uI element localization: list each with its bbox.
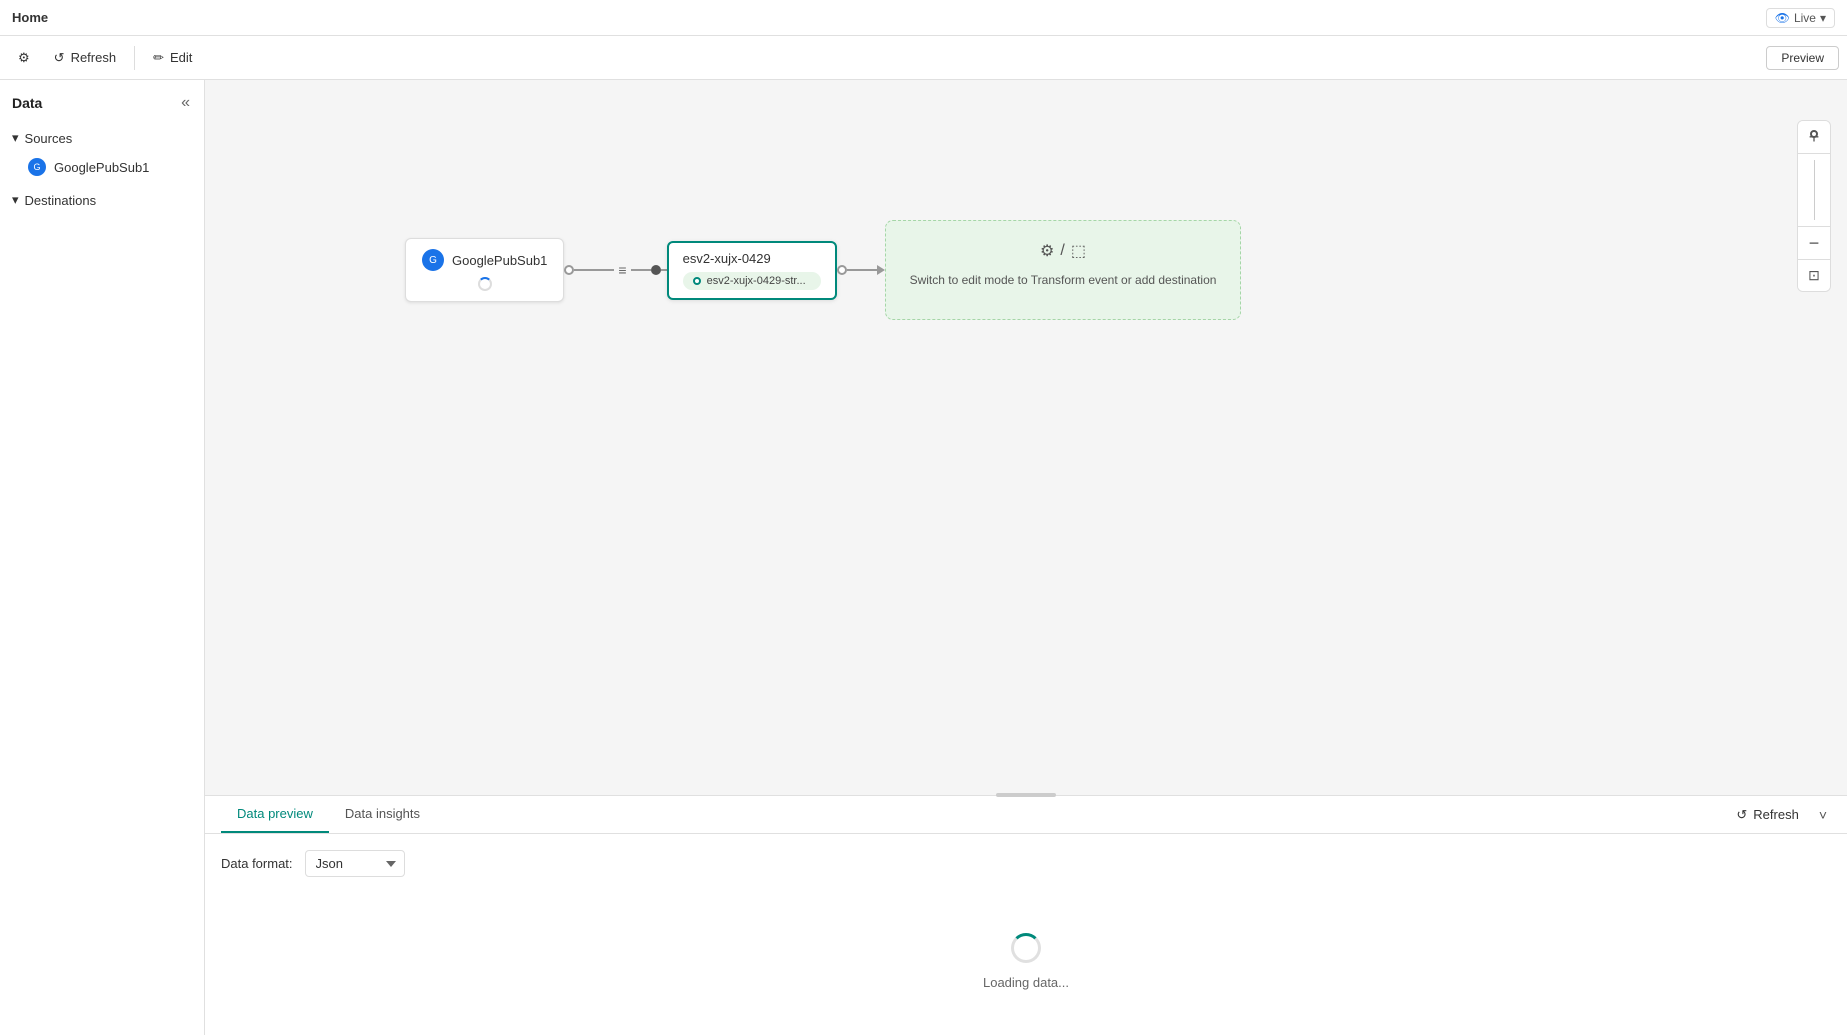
edit-button[interactable]: ✏ Edit [143,44,202,72]
destinations-chevron-icon: ▾ [12,192,19,208]
action-node-text: Switch to edit mode to Transform event o… [910,271,1217,289]
arrow-icon [877,265,885,275]
loading-spinner-source [478,277,492,291]
preview-label: Preview [1781,51,1824,65]
eye-icon: 👁 [1775,11,1790,25]
data-format-select[interactable]: Json CSV Avro [305,850,405,877]
zoom-out-button[interactable]: − [1798,227,1830,259]
source-node-icon: G [422,249,444,271]
sources-label: Sources [25,131,73,146]
sidebar: Data « ▾ Sources G GooglePubSub1 ▾ Desti… [0,80,205,1035]
bottom-panel: Data preview Data insights ↺ Refresh ˅ [205,795,1847,1035]
event-node-sub: esv2-xujx-0429-str... [683,272,821,290]
connector-dot-left [564,265,574,275]
flow-diagram: G GooglePubSub1 ≡ [405,220,1241,320]
connector-dot-mid [837,265,847,275]
settings-button[interactable]: ⚙ [8,44,40,72]
collapse-icon: « [181,94,190,111]
tab-data-insights[interactable]: Data insights [329,796,436,833]
live-label: Live [1794,11,1816,25]
connector-line-2 [631,269,651,271]
source-node-label: GooglePubSub1 [452,253,547,268]
source-node-bottom [478,277,492,291]
sources-chevron-icon: ▾ [12,130,19,146]
sidebar-section-destinations: ▾ Destinations [0,186,204,214]
connector-dot-right [651,265,661,275]
connector-1: ≡ [564,262,666,278]
live-badge[interactable]: 👁 Live ▾ [1766,8,1835,28]
sidebar-item-googlepubsub1[interactable]: G GooglePubSub1 [0,152,204,182]
sidebar-title: Data [12,95,42,111]
page-title: Home [12,10,48,25]
data-format-label: Data format: [221,856,293,871]
edit-icon: ✏ [153,50,164,66]
event-node-title: esv2-xujx-0429 [683,251,821,266]
tab-data-preview[interactable]: Data preview [221,796,329,833]
zoom-thumb[interactable] [1810,130,1818,138]
edit-label: Edit [170,50,192,65]
zoom-controls: + − ⊡ [1797,120,1831,292]
refresh-icon: ↺ [54,50,65,66]
data-format-row: Data format: Json CSV Avro [221,850,1831,877]
source-icon: G [28,158,46,176]
title-bar-left: Home [12,10,48,25]
destination-icon: ⬚ [1071,241,1086,261]
title-bar: Home 👁 Live ▾ [0,0,1847,36]
minus-icon: − [1809,233,1820,254]
connector-line-1 [574,269,614,271]
destinations-header[interactable]: ▾ Destinations [0,186,204,214]
event-node[interactable]: esv2-xujx-0429 esv2-xujx-0429-str... [667,241,837,300]
loading-text: Loading data... [983,975,1069,990]
canvas: G GooglePubSub1 ≡ [205,80,1847,795]
sidebar-header: Data « [0,92,204,124]
action-node[interactable]: ⚙ / ⬚ Switch to edit mode to Transform e… [885,220,1242,320]
bottom-chevron-button[interactable]: ˅ [1815,803,1831,827]
bottom-refresh-button[interactable]: ↺ Refresh [1726,803,1808,827]
resize-handle[interactable] [996,793,1056,797]
zoom-track [1814,160,1815,220]
bottom-refresh-icon: ↺ [1736,807,1747,823]
refresh-button[interactable]: ↺ Refresh [44,44,126,72]
bottom-content: Data format: Json CSV Avro Loading data.… [205,834,1847,1035]
connector-line-3 [847,269,877,271]
fit-button[interactable]: ⊡ [1798,259,1830,291]
bottom-chevron-icon: ˅ [1819,807,1827,823]
toolbar-divider [134,46,135,70]
hamburger-icon: ≡ [618,262,626,278]
bottom-tab-actions: ↺ Refresh ˅ [1726,803,1831,827]
event-sub-dot [693,277,701,285]
live-chevron-icon: ▾ [1820,11,1826,25]
slash-separator: / [1060,242,1064,260]
main-layout: Data « ▾ Sources G GooglePubSub1 ▾ Desti… [0,80,1847,1035]
fit-icon: ⊡ [1808,267,1820,284]
gear-icon: ⚙ [18,50,30,66]
bottom-refresh-label: Refresh [1753,807,1799,822]
loading-container: Loading data... [221,893,1831,1030]
loading-spinner [1011,933,1041,963]
sidebar-section-sources: ▾ Sources G GooglePubSub1 [0,124,204,182]
destinations-label: Destinations [25,193,97,208]
source-node[interactable]: G GooglePubSub1 [405,238,564,302]
bottom-tabs: Data preview Data insights ↺ Refresh ˅ [205,796,1847,834]
refresh-label: Refresh [71,50,117,65]
sources-header[interactable]: ▾ Sources [0,124,204,152]
event-node-sub-label: esv2-xujx-0429-str... [707,275,806,287]
source-node-top: G GooglePubSub1 [422,249,547,271]
collapse-button[interactable]: « [179,92,192,114]
gear-transform-icon: ⚙ [1040,241,1054,261]
canvas-area: G GooglePubSub1 ≡ [205,80,1847,1035]
toolbar: ⚙ ↺ Refresh ✏ Edit Preview [0,36,1847,80]
action-node-icons: ⚙ / ⬚ [1040,241,1086,261]
source-name: GooglePubSub1 [54,160,149,175]
preview-button[interactable]: Preview [1766,46,1839,70]
zoom-slider [1814,154,1815,226]
connector-2 [837,265,885,275]
